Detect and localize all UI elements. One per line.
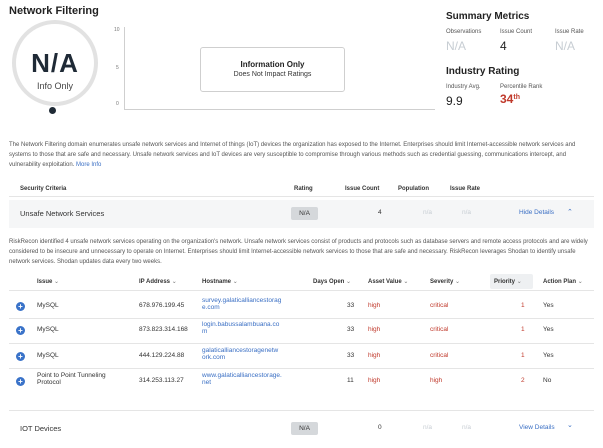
col-asset-value[interactable]: Asset Value ⌄	[368, 278, 408, 285]
hostname-link[interactable]: www.galaticalliancestorage. net	[202, 372, 282, 386]
action-plan: Yes	[543, 302, 554, 309]
priority: 1	[521, 326, 525, 333]
issue-name: MySQL	[37, 352, 59, 359]
expand-row-icon[interactable]: +	[16, 352, 25, 361]
percentile-rank-label: Percentile Rank	[500, 84, 543, 90]
col-issue[interactable]: Issue ⌄	[37, 278, 59, 285]
divider	[9, 410, 594, 411]
severity: high	[430, 377, 443, 384]
asset-value: high	[368, 377, 381, 384]
chevron-up-icon[interactable]: ⌃	[567, 208, 573, 216]
col-population: Population	[398, 186, 429, 192]
col-priority[interactable]: Priority ⌄	[494, 278, 522, 285]
more-info-link[interactable]: More Info	[76, 162, 101, 168]
col-issue-count: Issue Count	[345, 186, 380, 192]
divider	[9, 290, 594, 291]
industry-title: Industry Rating	[446, 66, 520, 77]
expand-row-icon[interactable]: +	[16, 377, 25, 386]
domain-description: The Network Filtering domain enumerates …	[9, 140, 594, 170]
industry-avg-label: Industry Avg.	[446, 84, 481, 90]
issue-count-value: 4	[500, 39, 507, 53]
unsafe-services-detail: RiskRecon identified 4 unsafe network se…	[9, 239, 588, 265]
criteria-name: Unsafe Network Services	[20, 209, 105, 218]
issue-rate-label: Issue Rate	[555, 29, 584, 35]
chevron-down-icon[interactable]: ⌄	[567, 421, 573, 429]
severity: critical	[430, 302, 449, 309]
criteria-issue-rate: n/a	[462, 209, 472, 216]
days-open: 33	[347, 352, 355, 359]
y-tick-label: 0	[116, 101, 119, 107]
ip-address: 444.129.224.88	[139, 352, 185, 359]
summary-title: Summary Metrics	[446, 11, 530, 22]
criteria-population: n/a	[423, 424, 433, 431]
rating-pill: N/A	[291, 207, 318, 220]
view-details-button[interactable]: View Details	[519, 424, 555, 431]
priority: 2	[521, 377, 525, 384]
hostname-link[interactable]: survey.galaticalliancestorag e.com	[202, 297, 281, 311]
days-open: 11	[347, 377, 354, 384]
divider	[9, 343, 594, 344]
action-plan: Yes	[543, 352, 554, 359]
gauge-sublabel: Info Only	[36, 81, 74, 91]
days-open: 33	[347, 302, 355, 309]
asset-value: high	[368, 302, 381, 309]
y-tick-label: 5	[116, 65, 119, 71]
col-issue-rate: Issue Rate	[450, 186, 481, 192]
criteria-issue-rate: n/a	[462, 424, 472, 431]
criteria-name: IOT Devices	[20, 424, 62, 433]
percentile-rank-value: 34th	[500, 92, 520, 106]
issue-name: MySQL	[37, 326, 59, 333]
criteria-population: n/a	[423, 209, 433, 216]
hostname-link[interactable]: galaticalliancestoragenetw ork.com	[202, 347, 278, 361]
severity: critical	[430, 326, 449, 333]
issue-count-label: Issue Count	[500, 29, 533, 35]
issue-rate-value: N/A	[555, 39, 576, 53]
col-severity[interactable]: Severity ⌄	[430, 278, 460, 285]
overlay-title: Information Only	[240, 60, 305, 69]
hide-details-button[interactable]: Hide Details	[519, 209, 554, 216]
priority: 1	[521, 302, 525, 309]
col-hostname[interactable]: Hostname ⌄	[202, 278, 238, 285]
page-title: Network Filtering	[9, 5, 99, 17]
rating-pill: N/A	[291, 422, 318, 435]
overlay-subtitle: Does Not Impact Ratings	[233, 71, 312, 78]
col-rating: Rating	[294, 186, 313, 192]
gauge-value: N/A	[31, 48, 79, 78]
issue-name: MySQL	[37, 302, 59, 309]
expand-row-icon[interactable]: +	[16, 302, 25, 311]
expand-row-icon[interactable]: +	[16, 326, 25, 335]
divider	[9, 196, 594, 197]
gauge-marker	[49, 107, 56, 114]
criteria-issue-count: 4	[378, 209, 382, 216]
issue-name: Point to Point Tunneling Protocol	[37, 372, 106, 386]
col-action-plan[interactable]: Action Plan ⌄	[543, 278, 583, 285]
ip-address: 314.253.113.27	[139, 377, 184, 384]
action-plan: Yes	[543, 326, 554, 333]
ip-address: 873.823.314.168	[139, 326, 188, 333]
y-tick-label: 10	[114, 27, 120, 33]
asset-value: high	[368, 326, 381, 333]
col-security-criteria: Security Criteria	[20, 186, 67, 192]
hostname-link[interactable]: login.babussalambuana.co m	[202, 321, 279, 335]
severity: critical	[430, 352, 449, 359]
info-only-overlay: Information Only Does Not Impact Ratings	[200, 47, 345, 92]
observations-value: N/A	[446, 39, 467, 53]
priority: 1	[521, 352, 525, 359]
industry-avg-value: 9.9	[446, 94, 463, 108]
asset-value: high	[368, 352, 381, 359]
divider	[9, 368, 594, 369]
col-ip-address[interactable]: IP Address ⌄	[139, 278, 177, 285]
days-open: 33	[347, 326, 355, 333]
divider	[9, 318, 594, 319]
ip-address: 678.976.199.45	[139, 302, 185, 309]
col-days-open[interactable]: Days Open ⌄	[313, 278, 351, 285]
action-plan: No	[543, 377, 552, 384]
criteria-issue-count: 0	[378, 424, 382, 431]
observations-label: Observations	[446, 29, 482, 35]
